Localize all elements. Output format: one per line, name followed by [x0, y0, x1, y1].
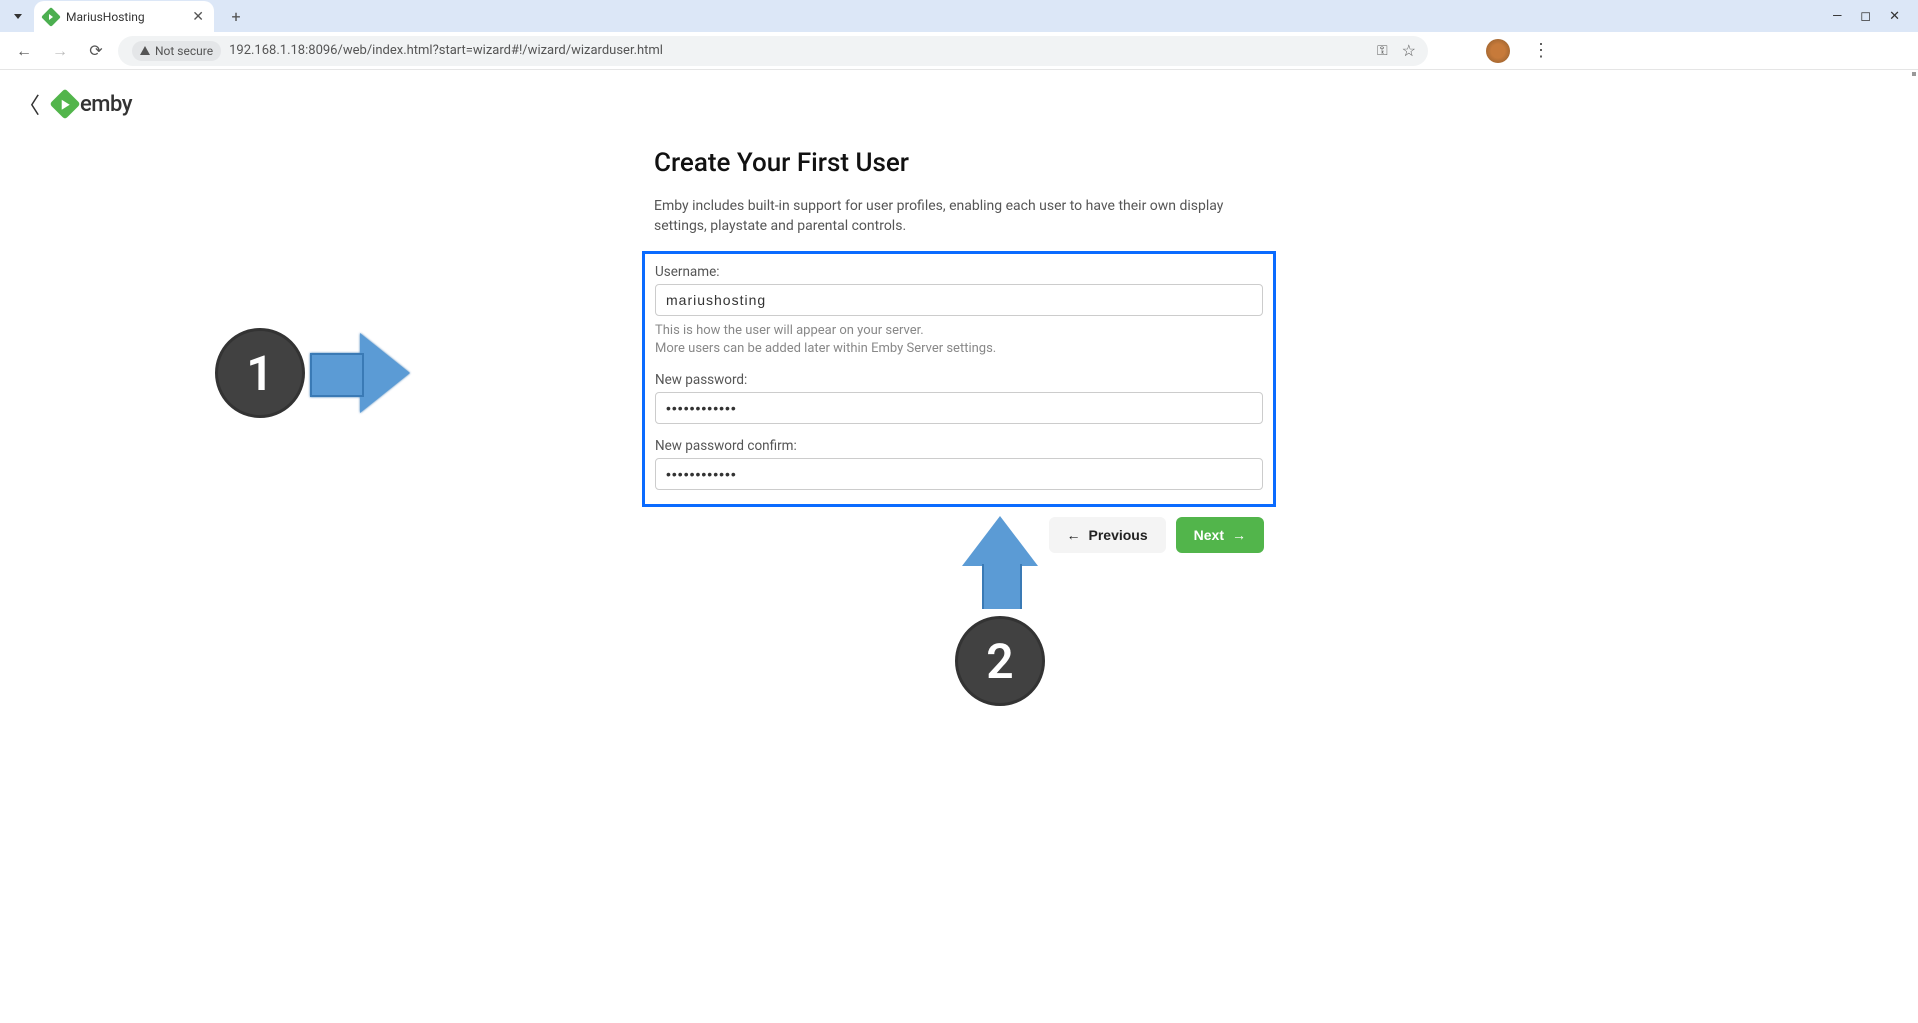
security-label: Not secure [155, 44, 213, 58]
annotation-step-2: 2 [955, 516, 1045, 706]
form-highlight-box: Username: This is how the user will appe… [642, 251, 1276, 507]
password-confirm-input[interactable] [655, 458, 1263, 490]
username-input[interactable] [655, 284, 1263, 316]
annotation-badge-1: 1 [215, 328, 305, 418]
url-text: 192.168.1.18:8096/web/index.html?start=w… [229, 43, 663, 58]
password-key-icon[interactable]: ⚿ [1377, 43, 1388, 59]
password-group: New password: [655, 372, 1263, 424]
browser-tab[interactable]: MariusHosting ✕ [34, 1, 214, 33]
bookmark-star-icon[interactable]: ☆ [1402, 41, 1416, 60]
wizard-container: Create Your First User Emby includes bui… [634, 148, 1284, 553]
password-confirm-label: New password confirm: [655, 438, 1263, 454]
scroll-indicator-icon [1912, 72, 1916, 78]
emby-brand-text: emby [80, 92, 132, 117]
back-button[interactable]: ← [10, 37, 38, 65]
maximize-icon[interactable]: ◻ [1860, 9, 1871, 24]
new-tab-button[interactable]: + [224, 4, 248, 28]
address-bar[interactable]: Not secure 192.168.1.18:8096/web/index.h… [118, 36, 1428, 66]
password-input[interactable] [655, 392, 1263, 424]
annotation-badge-2: 2 [955, 616, 1045, 706]
username-hint-line1: This is how the user will appear on your… [655, 322, 1263, 340]
profile-avatar[interactable] [1486, 39, 1510, 63]
emby-logo[interactable]: emby [54, 92, 132, 117]
username-hint: This is how the user will appear on your… [655, 322, 1263, 358]
annotation-arrow-1-icon [305, 333, 410, 413]
forward-button[interactable]: → [46, 37, 74, 65]
page-content: 〈 emby Create Your First User Emby inclu… [0, 70, 1918, 1023]
warning-icon [140, 46, 150, 55]
password-label: New password: [655, 372, 1263, 388]
close-window-icon[interactable]: ✕ [1889, 9, 1900, 24]
tab-title: MariusHosting [66, 10, 184, 24]
tab-favicon-icon [41, 7, 61, 27]
username-hint-line2: More users can be added later within Emb… [655, 340, 1263, 358]
annotation-arrow-2-icon [962, 516, 1038, 566]
next-button[interactable]: Next → [1176, 517, 1264, 553]
security-indicator[interactable]: Not secure [132, 41, 221, 61]
browser-tab-bar: MariusHosting ✕ + — ◻ ✕ [0, 0, 1918, 32]
arrow-left-icon: ← [1067, 527, 1081, 543]
back-chevron-icon[interactable]: 〈 [18, 88, 40, 120]
emby-mark-icon [49, 88, 80, 119]
browser-menu-icon[interactable]: ⋮ [1532, 40, 1550, 61]
previous-button[interactable]: ← Previous [1049, 517, 1166, 553]
tabs-dropdown-icon[interactable] [8, 6, 28, 26]
previous-button-label: Previous [1089, 527, 1148, 543]
username-label: Username: [655, 264, 1263, 280]
tab-close-icon[interactable]: ✕ [192, 9, 204, 25]
arrow-right-icon: → [1232, 527, 1246, 543]
reload-button[interactable]: ⟳ [82, 37, 110, 65]
wizard-intro-text: Emby includes built-in support for user … [654, 196, 1264, 237]
username-group: Username: This is how the user will appe… [655, 264, 1263, 358]
minimize-icon[interactable]: — [1832, 9, 1842, 24]
page-title: Create Your First User [654, 148, 1264, 178]
password-confirm-group: New password confirm: [655, 438, 1263, 490]
browser-toolbar: ← → ⟳ Not secure 192.168.1.18:8096/web/i… [0, 32, 1918, 70]
app-header: 〈 emby [0, 70, 1918, 138]
window-controls: — ◻ ✕ [1832, 9, 1910, 24]
annotation-step-1: 1 [215, 328, 410, 418]
next-button-label: Next [1194, 527, 1224, 543]
